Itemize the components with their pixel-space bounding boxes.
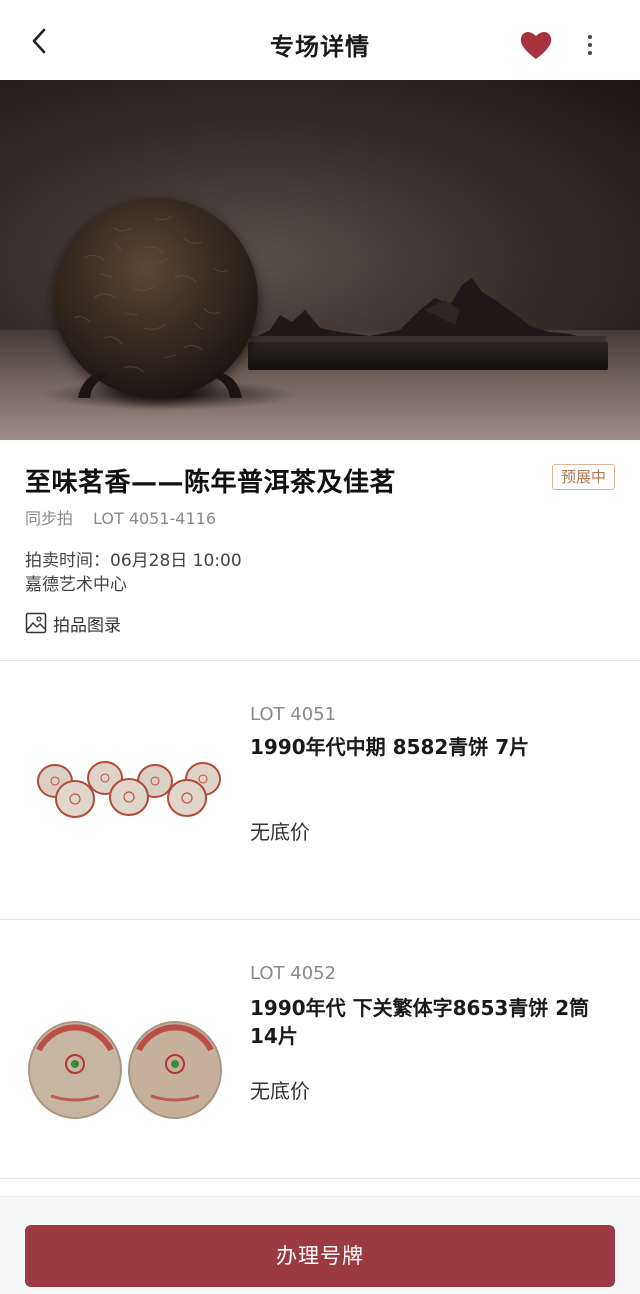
sale-title: 至味茗香——陈年普洱茶及佳茗 <box>25 468 397 498</box>
lot-price: 无底价 <box>250 820 310 844</box>
auction-venue: 嘉德艺术中心 <box>25 575 127 595</box>
lot-thumbnail <box>28 1021 222 1119</box>
lot-price: 无底价 <box>250 1079 310 1103</box>
vertical-dots-icon <box>588 35 592 55</box>
heart-icon <box>520 31 552 59</box>
catalog-label: 拍品图录 <box>53 615 121 636</box>
lot-thumbnail <box>37 761 221 818</box>
lot-range: LOT 4051-4116 <box>93 509 217 528</box>
status-badge: 预展中 <box>552 464 615 490</box>
lot-name: 1990年代 下关繁体字8653青饼 2筒14片 <box>250 996 590 1048</box>
lot-name: 1990年代中期 8582青饼 7片 <box>250 735 530 759</box>
top-bar: 专场详情 <box>0 0 640 80</box>
catalog-link[interactable]: 拍品图录 <box>25 610 121 636</box>
more-button[interactable] <box>578 28 602 62</box>
sale-meta: 同步拍 LOT 4051-4116 <box>25 505 216 529</box>
lot-item[interactable]: LOT 4052 1990年代 下关繁体字8653青饼 2筒14片 无底价 <box>0 920 640 1178</box>
sale-type: 同步拍 <box>25 509 74 528</box>
lot-item[interactable]: LOT 4051 1990年代中期 8582青饼 7片 无底价 <box>0 661 640 919</box>
register-paddle-button[interactable]: 办理号牌 <box>25 1225 615 1287</box>
tea-cake-group <box>37 761 221 818</box>
divider <box>0 1178 640 1179</box>
auction-time: 拍卖时间：06月28日 10:00 <box>25 551 242 571</box>
image-icon <box>25 612 47 634</box>
lot-number: LOT 4051 <box>250 704 337 725</box>
stone-tray <box>248 342 608 370</box>
hero-image <box>0 80 640 440</box>
favorite-button[interactable] <box>518 28 554 62</box>
lot-number: LOT 4052 <box>250 963 337 984</box>
tea-stand <box>78 372 242 398</box>
